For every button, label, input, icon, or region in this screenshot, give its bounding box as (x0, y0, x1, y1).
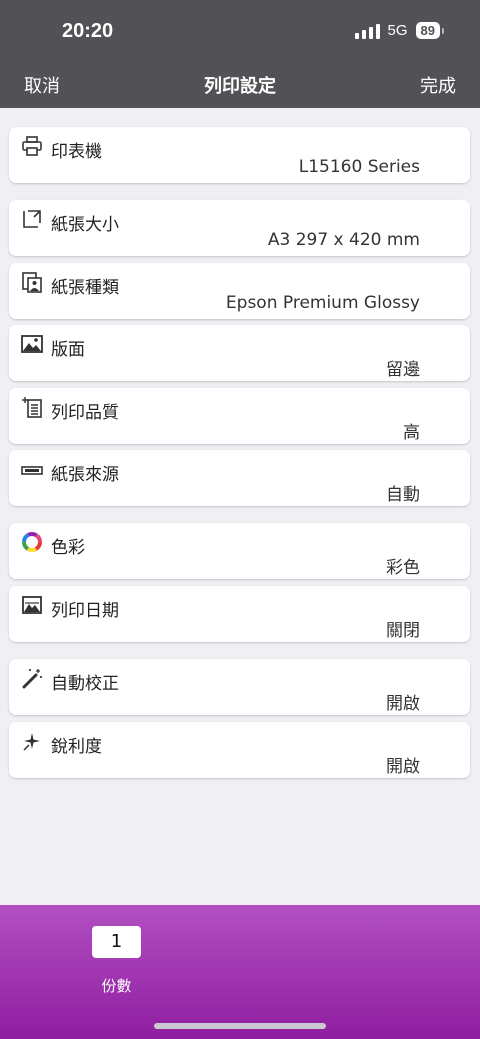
setting-value: L15160 Series (298, 157, 420, 177)
setting-value: 高 (403, 423, 420, 443)
setting-paper-source[interactable]: 紙張來源 自動 (9, 450, 470, 506)
setting-label: 銳利度 (51, 737, 102, 757)
page-title: 列印設定 (204, 76, 276, 97)
setting-layout[interactable]: 版面 留邊 (9, 325, 470, 381)
network-type: 5G (387, 22, 408, 39)
setting-paper-type[interactable]: 紙張種類 Epson Premium Glossy (9, 263, 470, 319)
done-button[interactable]: 完成 (420, 72, 456, 98)
bottom-panel: 1 份數 (0, 905, 480, 1039)
setting-print-quality[interactable]: 列印品質 高 (9, 388, 470, 444)
color-wheel-icon (22, 532, 42, 552)
setting-label: 列印品質 (51, 403, 119, 423)
print-date-icon (22, 596, 42, 614)
setting-value: 開啟 (386, 757, 420, 777)
setting-color[interactable]: 色彩 彩色 (9, 523, 470, 579)
setting-printer[interactable]: 印表機 L15160 Series (9, 127, 470, 183)
setting-value: 自動 (386, 485, 420, 505)
setting-label: 自動校正 (51, 674, 119, 694)
printer-icon (22, 136, 42, 156)
print-quality-icon (22, 397, 42, 418)
setting-value: 開啟 (386, 694, 420, 714)
sharpness-icon (23, 733, 40, 751)
setting-value: 留邊 (386, 360, 420, 380)
setting-sharpness[interactable]: 銳利度 開啟 (9, 722, 470, 778)
cellular-signal-icon (354, 23, 380, 39)
setting-label: 紙張來源 (51, 465, 119, 485)
setting-auto-correct[interactable]: 自動校正 開啟 (9, 659, 470, 715)
setting-paper-size[interactable]: 紙張大小 A3 297 x 420 mm (9, 200, 470, 256)
battery-indicator: 89 (415, 22, 445, 39)
cancel-button[interactable]: 取消 (24, 72, 60, 98)
status-indicators: 5G 89 (354, 22, 445, 39)
setting-label: 版面 (51, 340, 85, 360)
setting-label: 印表機 (51, 142, 102, 162)
layout-icon (21, 335, 43, 353)
setting-value: 關閉 (386, 621, 420, 641)
setting-label: 列印日期 (51, 601, 119, 621)
setting-label: 紙張種類 (51, 278, 119, 298)
setting-label: 紙張大小 (51, 215, 119, 235)
paper-type-icon (22, 272, 42, 293)
setting-value: Epson Premium Glossy (225, 293, 420, 313)
magic-wand-icon (22, 669, 42, 689)
copies-label: 份數 (101, 977, 132, 995)
status-time: 20:20 (62, 20, 114, 42)
setting-value: 彩色 (386, 558, 420, 578)
setting-value: A3 297 x 420 mm (267, 230, 420, 250)
setting-print-date[interactable]: 列印日期 關閉 (9, 586, 470, 642)
home-indicator[interactable] (154, 1023, 326, 1029)
copies-input[interactable]: 1 (92, 926, 141, 958)
top-bar: 20:20 5G 89 取消 列印設定 完成 (0, 0, 480, 108)
paper-size-icon (23, 210, 41, 228)
setting-label: 色彩 (51, 538, 85, 558)
paper-source-icon (21, 466, 43, 475)
